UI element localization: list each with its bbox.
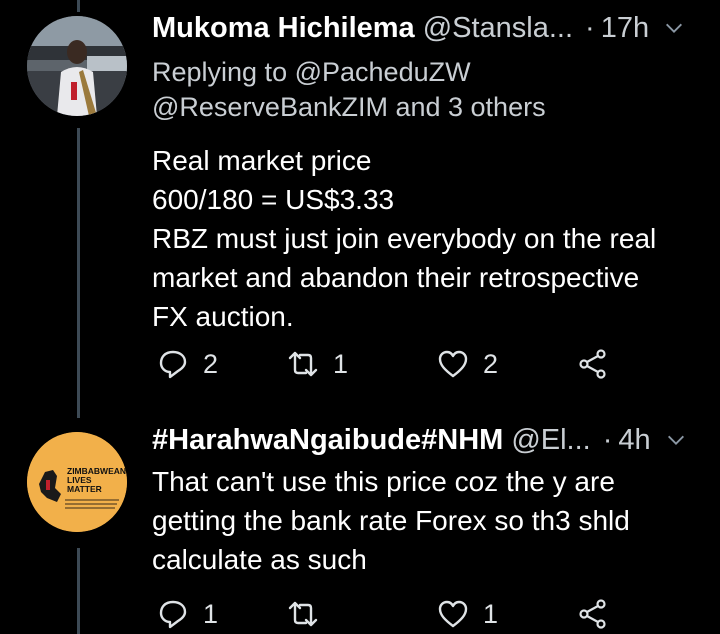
reply-button[interactable]: 2 [157,344,218,384]
tweet-line: calculate as such [152,544,367,575]
like-icon [438,350,468,378]
share-icon [579,599,606,629]
tweet-text: Real market price 600/180 = US$3.33 RBZ … [152,141,712,336]
like-count: 1 [483,598,499,629]
thread-line-bottom [77,548,80,634]
timestamp[interactable]: 17h [601,10,649,46]
tweet-header: Mukoma Hichilema @Stansla... · 17h [152,10,712,46]
like-button[interactable]: 2 [437,344,498,384]
reply-icon [159,600,187,629]
tweet-1[interactable]: Mukoma Hichilema @Stansla... · 17h Reply… [152,10,712,336]
like-icon [438,600,468,628]
reply-icon [159,350,187,379]
avatar-logo: ZIMBABWEAN LIVES MATTER [27,432,127,532]
thread-line [77,128,80,418]
share-button[interactable] [577,594,609,634]
retweet-count: 1 [333,348,349,379]
like-count: 2 [483,348,499,379]
share-icon [579,349,606,379]
tweet-2[interactable]: #HarahwaNgaibude#NHM @El... · 4h That ca… [152,422,712,579]
user-handle[interactable]: @Stansla... [423,10,573,46]
tweet-line: Real market price [152,145,372,176]
tweet-header: #HarahwaNgaibude#NHM @El... · 4h [152,422,712,458]
replying-to-label: Replying to [152,57,288,87]
reply-mention[interactable]: @PacheduZW [295,57,471,87]
timestamp[interactable]: 4h [618,422,650,458]
reply-count: 1 [203,598,219,629]
tweet-line: market and abandon their retrospective [152,262,640,293]
display-name[interactable]: Mukoma Hichilema [152,10,415,46]
tweet-line: RBZ must just join everybody on the real [152,223,657,254]
avatar[interactable]: ZIMBABWEAN LIVES MATTER [27,432,127,532]
retweet-icon [288,351,318,377]
reply-button[interactable]: 1 [157,594,218,634]
avatar[interactable] [27,16,127,116]
user-handle[interactable]: @El... [511,422,590,458]
tweet-actions: 1 1 [152,594,622,634]
chevron-down-icon[interactable] [663,17,685,39]
tweet-actions: 2 1 2 [152,344,622,384]
avatar-photo [27,16,127,116]
tweet-line: FX auction. [152,301,294,332]
tweet-text: That can't use this price coz the y are … [152,462,712,579]
display-name[interactable]: #HarahwaNgaibude#NHM [152,422,503,458]
share-button[interactable] [577,344,609,384]
replying-to: Replying to @PacheduZW [152,55,712,90]
retweet-button[interactable]: 1 [287,344,348,384]
thread-line-top [77,0,80,12]
tweet-line: 600/180 = US$3.33 [152,184,395,215]
reply-count: 2 [203,348,219,379]
reply-others[interactable]: @ReserveBankZIM and 3 others [152,90,712,125]
avatar-text: MATTER [67,484,102,494]
tweet-line: That can't use this price coz the y are [152,466,615,497]
retweet-icon [288,601,318,627]
retweet-button[interactable] [287,594,333,634]
like-button[interactable]: 1 [437,594,498,634]
separator-dot: · [585,12,595,44]
separator-dot: · [602,424,613,456]
tweet-line: getting the bank rate Forex so th3 shld [152,505,630,536]
chevron-down-icon[interactable] [665,429,687,451]
